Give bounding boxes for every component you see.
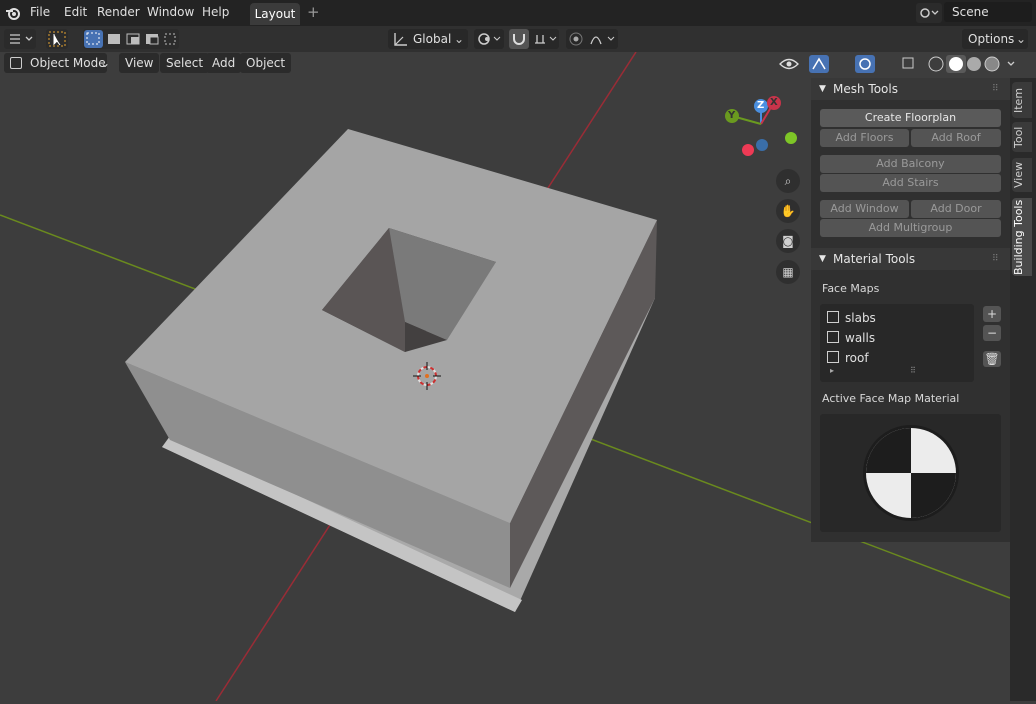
- blender-logo-icon[interactable]: [5, 5, 21, 21]
- tab-building-tools[interactable]: Building Tools: [1012, 198, 1032, 276]
- menu-select[interactable]: Select: [160, 53, 210, 73]
- material-preview: [820, 414, 1001, 532]
- grid-icon: ▦: [782, 265, 794, 279]
- minus-icon: −: [986, 326, 998, 340]
- object-mode-icon: [10, 57, 22, 69]
- zoom-button[interactable]: ⌕: [776, 169, 800, 193]
- perspective-toggle-button[interactable]: ▦: [776, 260, 800, 284]
- proportional-edit-icon: [569, 32, 615, 46]
- face-map-icon: [827, 351, 839, 363]
- list-item[interactable]: walls: [827, 329, 875, 347]
- mode-dropdown[interactable]: Object Mode ⌄: [4, 53, 111, 73]
- menu-file[interactable]: File: [30, 5, 50, 19]
- viewport-shading-controls: [776, 54, 1030, 74]
- add-roof-button[interactable]: Add Roof: [911, 129, 1001, 147]
- menu-object[interactable]: Object: [240, 53, 292, 73]
- select-tool-button[interactable]: [46, 29, 68, 49]
- list-item[interactable]: roof: [827, 349, 869, 367]
- snapping-group[interactable]: [509, 29, 559, 49]
- resize-handle-icon[interactable]: ⠿: [910, 366, 916, 375]
- tab-tool[interactable]: Tool: [1012, 122, 1032, 152]
- hand-icon: ✋: [780, 204, 796, 218]
- chevron-down-icon: ⌄: [100, 56, 111, 70]
- top-menu-bar: File Edit Render Window Help Layout + Sc…: [0, 0, 1036, 26]
- menu-edit[interactable]: Edit: [64, 5, 87, 19]
- selection-mode-group: [83, 29, 179, 49]
- pan-button[interactable]: ✋: [776, 199, 800, 223]
- face-maps-list[interactable]: slabs walls roof ▸ ⠿: [820, 304, 974, 382]
- pivot-icon: [478, 33, 501, 45]
- plus-icon: +: [986, 307, 998, 321]
- gizmo-z-label[interactable]: Z: [757, 100, 764, 111]
- add-face-map-button[interactable]: +: [983, 306, 1001, 322]
- gizmo-x-label[interactable]: X: [770, 97, 778, 108]
- selection-mode-icons: [84, 30, 176, 48]
- menu-help[interactable]: Help: [202, 5, 229, 19]
- add-balcony-button[interactable]: Add Balcony: [820, 155, 1001, 173]
- tab-layout[interactable]: Layout: [250, 3, 300, 25]
- scene-selector-button[interactable]: [916, 3, 942, 23]
- chevron-down-icon: ⌄: [1016, 32, 1027, 46]
- collapse-arrow-icon: ▼: [819, 84, 826, 94]
- face-map-icon: [827, 311, 839, 323]
- material-tools-header[interactable]: ▼ Material Tools ⠿: [811, 248, 1010, 270]
- mode-label: Object Mode: [30, 56, 106, 70]
- mesh-tools-title: Mesh Tools: [833, 82, 898, 96]
- menu-window[interactable]: Window: [147, 5, 194, 19]
- add-workspace-button[interactable]: +: [307, 3, 320, 21]
- zoom-icon: ⌕: [784, 174, 792, 188]
- collapse-arrow-icon: ▼: [819, 254, 826, 264]
- tool-settings-bar: Global ⌄ Options ⌄: [0, 26, 1036, 52]
- tab-item[interactable]: Item: [1012, 82, 1032, 118]
- expand-arrow-icon[interactable]: ▸: [830, 366, 834, 375]
- trash-icon: 🗑: [984, 352, 1000, 366]
- camera-view-button[interactable]: ◙: [776, 229, 800, 253]
- add-stairs-button[interactable]: Add Stairs: [820, 174, 1001, 192]
- editor-type-button[interactable]: [4, 29, 36, 49]
- face-maps-label: Face Maps: [822, 282, 880, 295]
- menu-add[interactable]: Add: [206, 53, 242, 73]
- scene-name-field[interactable]: Scene: [944, 2, 1032, 22]
- options-dropdown[interactable]: Options ⌄: [962, 29, 1028, 49]
- gizmo-y-label[interactable]: Y: [728, 110, 735, 121]
- sidebar-tabs: Item Tool View Building Tools: [1010, 78, 1036, 701]
- active-material-label: Active Face Map Material: [822, 392, 960, 405]
- snap-magnet-icon: [509, 29, 557, 49]
- scene-icon: [920, 8, 939, 18]
- mesh-tools-header[interactable]: ▼ Mesh Tools ⠿: [811, 78, 1010, 100]
- menu-render[interactable]: Render: [97, 5, 140, 19]
- add-door-button[interactable]: Add Door: [911, 200, 1001, 218]
- add-window-button[interactable]: Add Window: [820, 200, 909, 218]
- add-floors-button[interactable]: Add Floors: [820, 129, 909, 147]
- orientation-label: Global: [413, 32, 452, 46]
- add-multigroup-button[interactable]: Add Multigroup: [820, 219, 1001, 237]
- delete-face-map-button[interactable]: 🗑: [983, 351, 1001, 367]
- material-sphere-icon: [863, 425, 959, 521]
- pivot-point-dropdown[interactable]: [474, 29, 504, 49]
- shading-icons: [779, 55, 1015, 73]
- material-tools-title: Material Tools: [833, 252, 916, 266]
- drag-handle-icon[interactable]: ⠿: [992, 78, 999, 100]
- chevron-down-icon: ⌄: [454, 32, 465, 46]
- tab-view[interactable]: View: [1012, 158, 1032, 192]
- options-label: Options: [968, 32, 1015, 46]
- proportional-editing-group[interactable]: [566, 29, 618, 49]
- create-floorplan-button[interactable]: Create Floorplan: [820, 109, 1001, 127]
- camera-icon: ◙: [782, 234, 794, 248]
- editor-type-icon: [10, 34, 33, 44]
- list-item[interactable]: slabs: [827, 309, 876, 327]
- face-map-icon: [827, 331, 839, 343]
- drag-handle-icon[interactable]: ⠿: [992, 248, 999, 270]
- transform-orientation-dropdown[interactable]: Global ⌄: [388, 29, 468, 49]
- orientation-icon: [394, 33, 407, 46]
- remove-face-map-button[interactable]: −: [983, 325, 1001, 341]
- cursor-select-icon: [48, 31, 66, 47]
- menu-view[interactable]: View: [119, 53, 160, 73]
- sidebar-panel: ▼ Mesh Tools ⠿ Create Floorplan Add Floo…: [811, 78, 1010, 542]
